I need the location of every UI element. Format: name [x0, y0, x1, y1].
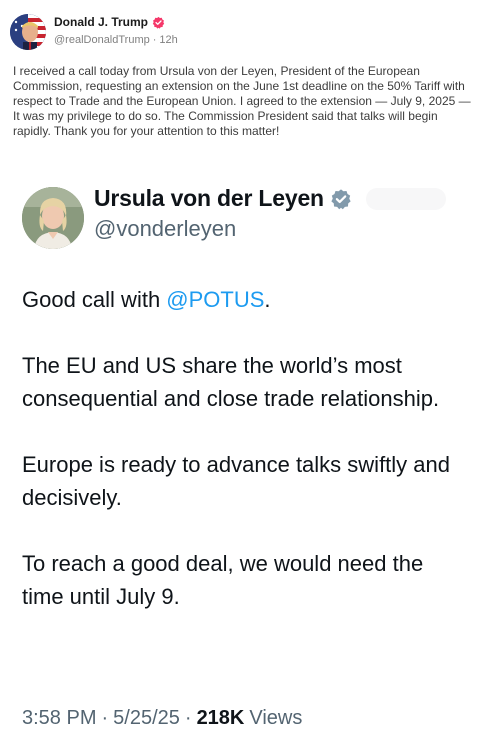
- author-meta: @realDonaldTrump · 12h: [54, 34, 178, 46]
- views-label: Views: [249, 707, 303, 729]
- tweet-time[interactable]: 3:58 PM: [22, 707, 96, 730]
- tweet-body: Good call with @POTUS. The EU and US sha…: [22, 283, 467, 646]
- tweet-date[interactable]: 5/25/25: [113, 707, 180, 730]
- footer-separator: ·: [101, 707, 109, 729]
- tweet-text: Good call with: [22, 287, 167, 312]
- embedded-tweet: Ursula von der Leyen @vonderleyen Good c…: [0, 170, 480, 751]
- post-body: I received a call today from Ursula von …: [13, 64, 471, 138]
- tweet-paragraph: Europe is ready to advance talks swiftly…: [22, 452, 451, 510]
- author-handle[interactable]: @realDonaldTrump: [54, 34, 150, 46]
- author-avatar[interactable]: [10, 14, 46, 50]
- verified-badge-icon: [330, 188, 352, 210]
- tweet-author-avatar[interactable]: [22, 187, 84, 249]
- author-name[interactable]: Donald J. Trump: [54, 15, 148, 29]
- tweet-author-name[interactable]: Ursula von der Leyen: [94, 185, 324, 212]
- tweet-paragraph: Good call with @POTUS.: [22, 283, 467, 316]
- tweet-text: .: [264, 287, 271, 312]
- mention-link[interactable]: @POTUS: [166, 287, 264, 312]
- truth-post: Donald J. Trump @realDonaldTrump · 12h I…: [0, 0, 480, 170]
- tweet-author-handle[interactable]: @vonderleyen: [94, 216, 236, 242]
- blurred-affiliation-badge: [365, 187, 446, 210]
- tweet-footer: 3:58 PM · 5/25/25 · 218K Views: [22, 707, 302, 730]
- author-name-row: Donald J. Trump: [54, 15, 165, 29]
- meta-separator: ·: [152, 34, 157, 46]
- tweet-paragraph: To reach a good deal, we would need the …: [22, 551, 424, 609]
- views-count[interactable]: 218K: [197, 707, 245, 730]
- tweet-paragraph: The EU and US share the world’s most con…: [22, 353, 440, 411]
- verified-badge-icon: [152, 16, 165, 29]
- footer-separator: ·: [184, 707, 192, 729]
- tweet-author-name-row: Ursula von der Leyen: [94, 185, 446, 212]
- post-time-ago[interactable]: 12h: [159, 34, 177, 46]
